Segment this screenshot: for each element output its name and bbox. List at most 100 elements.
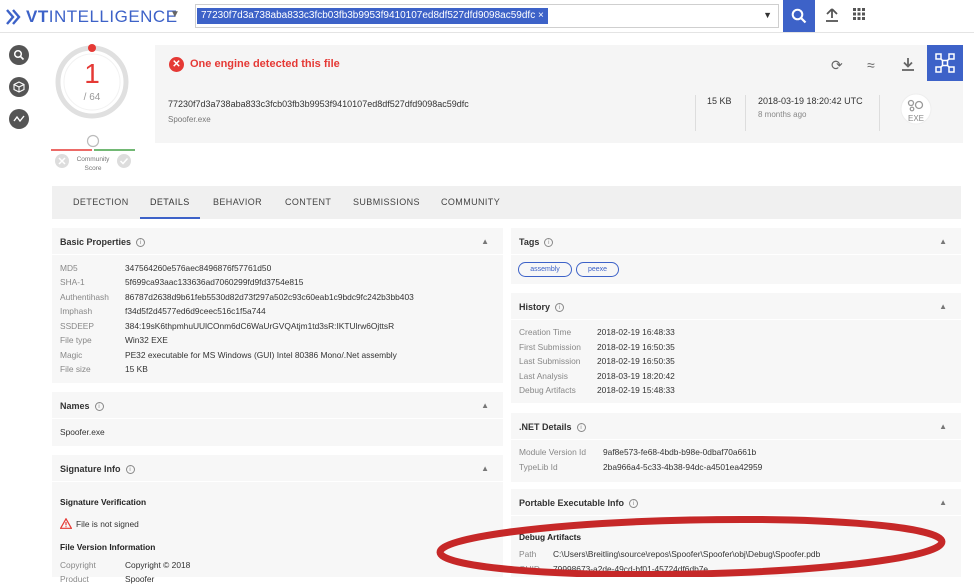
similar-icon[interactable]: ≈ xyxy=(867,57,875,73)
prop-row: Imphash f34d5f2d4577ed6d9ceec516c1f5a744 xyxy=(60,306,266,316)
divider xyxy=(879,95,880,131)
names-title: Names xyxy=(60,401,90,411)
signature-verification-title: Signature Verification xyxy=(60,497,147,507)
collapse-icon[interactable]: ▲ xyxy=(481,237,489,246)
tab-submissions[interactable]: SUBMISSIONS xyxy=(353,197,420,207)
divider xyxy=(745,95,746,131)
vt-logo-icon xyxy=(6,9,21,25)
card-header[interactable]: History i ▲ xyxy=(511,293,961,320)
warning-icon xyxy=(59,517,73,529)
tab-bar: DETECTION DETAILS BEHAVIOR CONTENT SUBMI… xyxy=(52,186,961,219)
info-icon[interactable]: i xyxy=(555,303,565,312)
download-icon[interactable] xyxy=(901,57,915,74)
basic-properties-card: Basic Properties i ▲ MD5 347564260e576aec8… xyxy=(52,228,503,383)
search-chip[interactable]: 77230f7d3a738aba833c3fcb03fb3b9953f94101… xyxy=(197,8,548,24)
file-type-label: EXE xyxy=(907,114,924,123)
tab-detection[interactable]: DETECTION xyxy=(73,197,129,207)
not-signed-row: File is not signed xyxy=(59,517,139,529)
detections-count: 1 xyxy=(84,58,100,89)
info-icon[interactable]: i xyxy=(629,499,639,508)
tag-assembly[interactable]: assembly xyxy=(518,262,572,277)
logo-vt-text: VT xyxy=(26,7,49,26)
graph-explorer-button[interactable] xyxy=(927,45,963,81)
nav-cube-icon[interactable] xyxy=(9,77,29,97)
search-icon xyxy=(791,8,807,24)
prop-row: File type Win32 EXE xyxy=(60,335,168,345)
community-label-2: Score xyxy=(84,165,102,172)
collapse-icon[interactable]: ▲ xyxy=(939,498,947,507)
tab-community[interactable]: COMMUNITY xyxy=(441,197,500,207)
prop-row: File size 15 KB xyxy=(60,364,148,374)
file-version-title: File Version Information xyxy=(60,542,156,552)
not-signed-text: File is not signed xyxy=(76,519,139,529)
detection-banner-text: One engine detected this file xyxy=(190,58,340,70)
chip-close-icon[interactable]: × xyxy=(538,10,544,21)
top-bar: VT INTELLIGENCE ▼ 77230f7d3a738aba833c3fc… xyxy=(0,0,974,33)
file-name: Spoofer.exe xyxy=(168,115,211,124)
grid-icon xyxy=(853,8,865,20)
dotnet-row: Module Version Id 9af8e573-fe68-4bdb-b98e… xyxy=(519,447,757,457)
reanalyze-icon[interactable]: ⟳ xyxy=(831,57,843,74)
history-row: Debug Artifacts 2018-02-19 15:48:33 xyxy=(519,385,675,395)
engines-total: / 64 xyxy=(83,92,101,103)
name-value: Spoofer.exe xyxy=(60,427,105,437)
nav-search-icon[interactable] xyxy=(9,45,29,65)
upload-button[interactable] xyxy=(822,7,842,27)
history-row: Last Submission 2018-02-19 16:50:35 xyxy=(519,356,675,366)
card-header[interactable]: Tags i ▲ xyxy=(511,228,961,255)
version-row: Copyright Copyright © 2018 xyxy=(60,560,191,570)
divider xyxy=(695,95,696,131)
file-info-panel: 77230f7d3a738aba833c3fcb03fb3b9953f94101… xyxy=(155,83,963,143)
collapse-icon[interactable]: ▲ xyxy=(939,422,947,431)
community-score: Community Score xyxy=(51,134,135,174)
prop-row: MD5 347564260e576aec8496876f57761d50 xyxy=(60,263,272,273)
pe-info-title: Portable Executable Info xyxy=(519,498,625,508)
vt-logo[interactable]: VT INTELLIGENCE xyxy=(6,7,178,27)
active-tab-indicator xyxy=(140,217,200,219)
info-icon[interactable]: i xyxy=(136,238,146,247)
names-card: Names i ▲ Spoofer.exe xyxy=(52,392,503,446)
alert-icon: ✕ xyxy=(169,57,184,72)
collapse-icon[interactable]: ▲ xyxy=(481,401,489,410)
card-header[interactable]: Names i ▲ xyxy=(52,392,503,419)
signature-info-title: Signature Info xyxy=(60,464,121,474)
search-button[interactable] xyxy=(783,0,815,32)
info-icon[interactable]: i xyxy=(125,465,135,474)
info-icon[interactable]: i xyxy=(544,238,554,247)
search-chip-value: 77230f7d3a738aba833c3fcb03fb3b9953f94101… xyxy=(201,10,536,21)
apps-grid-button[interactable] xyxy=(849,7,869,27)
prop-row: Magic PE32 executable for MS Windows (GUI… xyxy=(60,350,397,360)
history-row: Last Analysis 2018-03-19 18:20:42 xyxy=(519,371,675,381)
tag-peexe[interactable]: peexe xyxy=(576,262,619,277)
file-size: 15 KB xyxy=(707,96,732,106)
info-icon[interactable]: i xyxy=(94,402,104,411)
search-dropdown-icon[interactable]: ▼ xyxy=(763,10,772,20)
search-input[interactable]: 77230f7d3a738aba833c3fcb03fb3b9953f94101… xyxy=(195,4,779,28)
community-label-1: Community xyxy=(76,156,110,163)
tab-behavior[interactable]: BEHAVIOR xyxy=(213,197,262,207)
history-row: Creation Time 2018-02-19 16:48:33 xyxy=(519,327,675,337)
graph-explorer-icon xyxy=(935,53,955,73)
detection-score-gauge: 1 / 64 xyxy=(54,44,130,120)
info-icon[interactable]: i xyxy=(576,423,586,432)
card-header[interactable]: Signature Info i ▲ xyxy=(52,455,503,482)
file-hash: 77230f7d3a738aba833c3fcb03fb3b9953f94101… xyxy=(168,99,469,109)
dotnet-row: TypeLib Id 2ba966a4-5c33-4b38-94dc-a4501e… xyxy=(519,462,763,472)
history-card: History i ▲ Creation Time 2018-02-19 16:48… xyxy=(511,293,961,403)
collapse-icon[interactable]: ▲ xyxy=(939,302,947,311)
nav-graph-icon[interactable] xyxy=(9,109,29,129)
logo-dropdown-icon[interactable]: ▼ xyxy=(170,9,180,20)
collapse-icon[interactable]: ▲ xyxy=(481,464,489,473)
dotnet-details-card: .NET Details i ▲ Module Version Id 9af8e57… xyxy=(511,413,961,482)
dotnet-details-title: .NET Details xyxy=(519,422,572,432)
analysis-date: 2018-03-19 18:20:42 UTC xyxy=(758,96,863,106)
card-header[interactable]: Basic Properties i ▲ xyxy=(52,228,503,255)
card-header[interactable]: .NET Details i ▲ xyxy=(511,413,961,440)
logo-intelligence-text: INTELLIGENCE xyxy=(48,7,178,26)
tab-content[interactable]: CONTENT xyxy=(285,197,331,207)
upload-icon xyxy=(826,8,838,22)
prop-row: Authentihash 86787d2638d9b61feb5530d82d73… xyxy=(60,292,414,302)
history-title: History xyxy=(519,302,551,312)
collapse-icon[interactable]: ▲ xyxy=(939,237,947,246)
tab-details[interactable]: DETAILS xyxy=(150,197,190,207)
